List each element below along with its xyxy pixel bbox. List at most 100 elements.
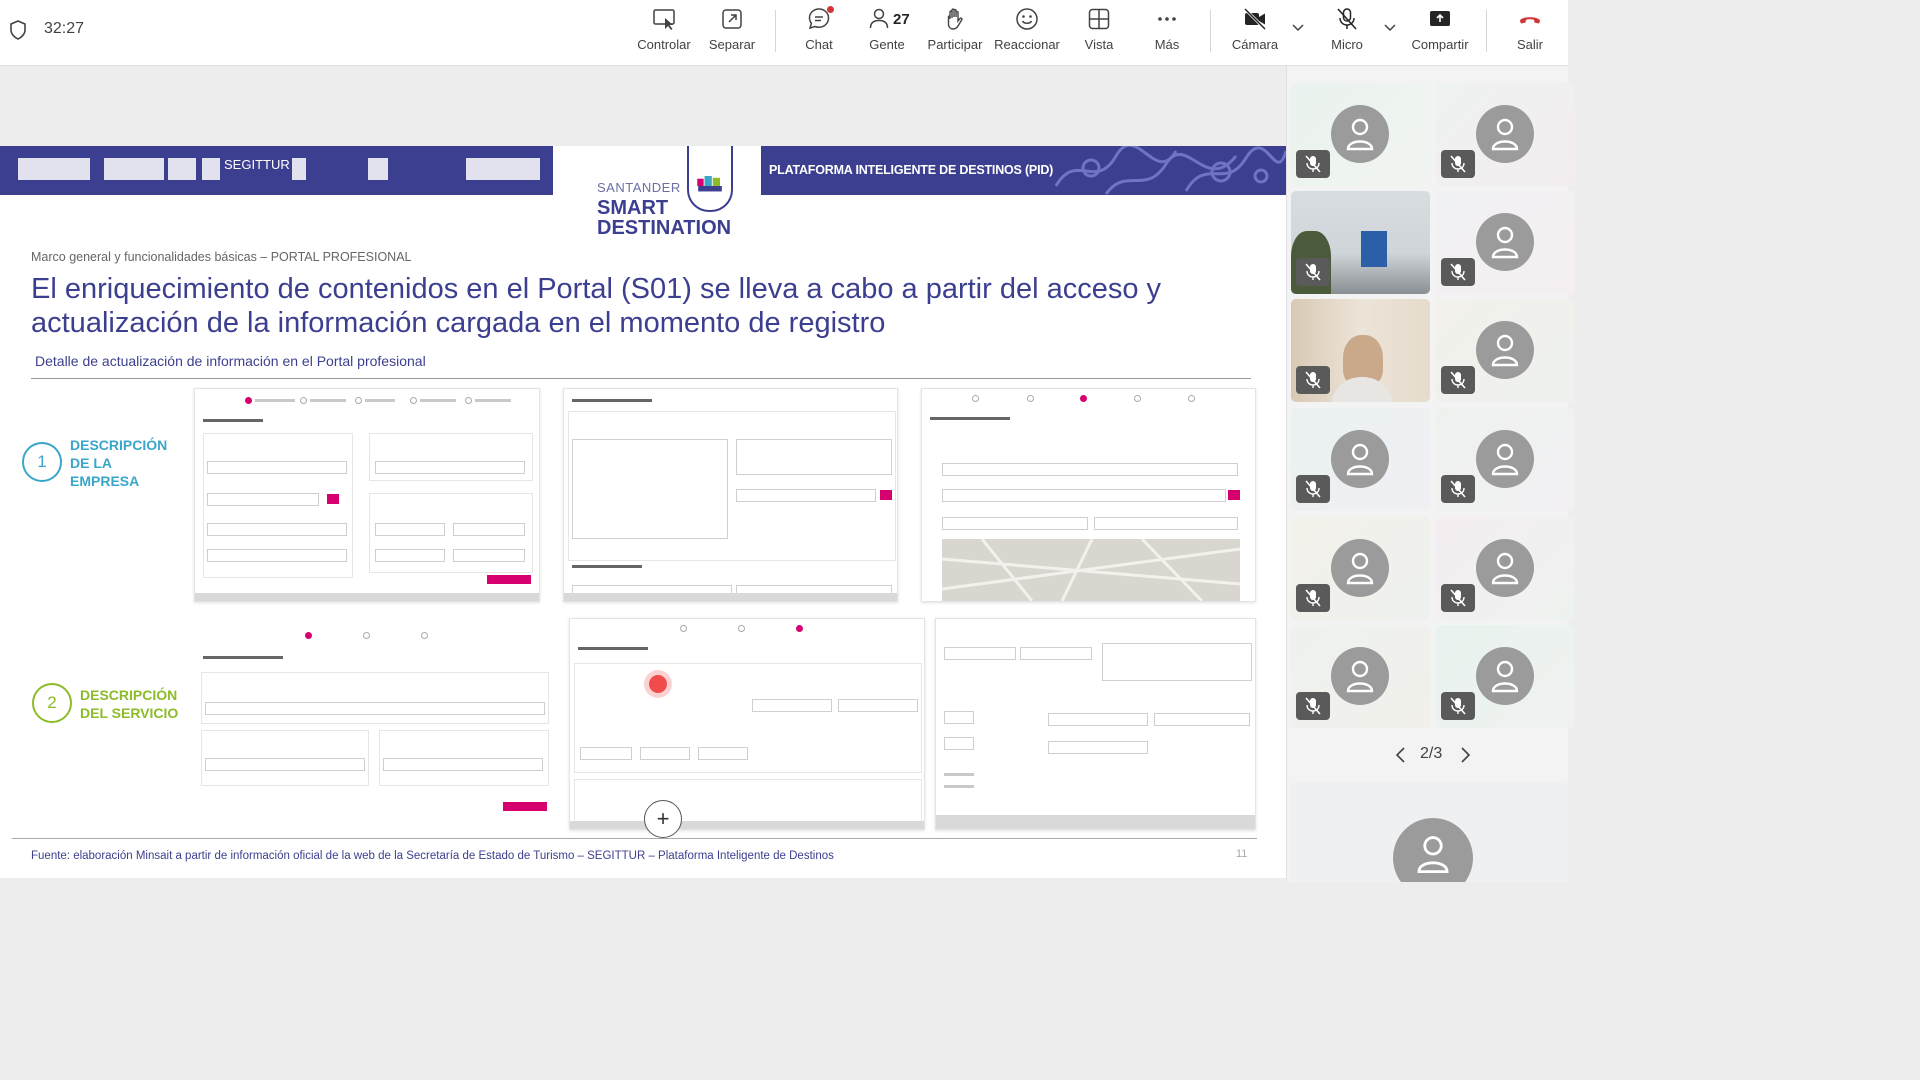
camera-options-chevron-down-icon[interactable] [1291,20,1305,34]
offer-details-screenshot [569,618,925,830]
person-icon [1491,443,1519,476]
segittur-logo-mark [202,158,220,180]
muted-badge [1441,366,1475,394]
participant-tile[interactable] [1291,517,1430,620]
section-2-number: 2 [32,683,72,723]
avatar [1331,105,1389,163]
react-button[interactable]: Reaccionar [994,6,1060,60]
avatar [1476,105,1534,163]
avatar [1476,321,1534,379]
fiscal-address-screenshot [921,388,1256,602]
participant-video-tile[interactable] [1291,299,1430,402]
muted-badge [1441,150,1475,178]
section-1-label-line-3: EMPRESA [70,473,140,489]
ministry-logo [104,158,164,180]
toolbar-divider [1486,10,1487,52]
chevron-right-icon[interactable] [1458,746,1472,764]
slide-page-number: 11 [1236,848,1248,860]
more-icon [1158,17,1176,21]
mic-button[interactable]: Micro [1327,6,1367,60]
raise-hand-button[interactable]: Participar [926,6,984,60]
self-view-tile[interactable] [1290,782,1568,882]
slide-breadcrumb: Marco general y funcionalidades básicas … [31,250,412,264]
participant-tile[interactable] [1436,625,1575,728]
eu-logo [18,158,90,180]
view-button[interactable]: Vista [1080,6,1118,60]
avatar [1476,539,1534,597]
pointer-highlight [649,675,667,693]
section-2-label-line-2: DEL SERVICIO [80,705,179,721]
leave-button[interactable]: Salir [1510,6,1550,60]
person-icon [1491,226,1519,259]
raise-hand-icon [947,8,963,30]
mic-off-icon [1305,480,1321,498]
mic-off-icon [1450,480,1466,498]
people-icon [869,8,889,29]
control-label: Controlar [637,37,691,52]
participant-tile[interactable] [1436,517,1575,620]
more-label: Más [1154,37,1180,52]
chat-button[interactable]: Chat [799,6,839,60]
camera-off-icon [1243,7,1267,31]
avatar [1476,430,1534,488]
pop-out-button[interactable]: Separar [704,6,760,60]
muted-badge [1441,584,1475,612]
more-button[interactable]: Más [1150,6,1184,60]
service-identification-screenshot [197,626,553,818]
participant-video-tile[interactable] [1291,191,1430,294]
participant-tile[interactable] [1291,83,1430,186]
control-button[interactable]: Controlar [635,6,693,60]
view-icon [1088,8,1110,30]
section-1-label: DESCRIPCIÓN DE LA EMPRESA [70,436,167,490]
avatar [1331,647,1389,705]
participant-tile[interactable] [1291,625,1430,728]
toolbar-divider [775,10,776,52]
camera-button[interactable]: Cámara [1229,6,1281,60]
person-icon [1346,118,1374,151]
people-count: 27 [893,11,910,28]
company-data-form-screenshot [194,388,540,602]
mic-label: Micro [1331,37,1363,52]
muted-badge [1441,475,1475,503]
muted-badge [1441,692,1475,720]
pid-logo [368,158,438,180]
person-icon [1491,118,1519,151]
pop-out-icon [722,9,742,29]
footer-divider [12,838,1257,839]
camera-label: Cámara [1231,37,1279,52]
participant-tile[interactable] [1436,408,1575,511]
mic-off-icon [1305,697,1321,715]
muted-badge [1296,475,1330,503]
add-button[interactable]: + [644,800,682,838]
chevron-left-icon[interactable] [1394,746,1408,764]
muted-badge [1296,258,1330,286]
share-button[interactable]: Compartir [1408,6,1472,60]
raise-hand-label: Participar [927,37,983,52]
participant-tile[interactable] [1291,408,1430,511]
participant-tile[interactable] [1436,299,1575,402]
react-icon [1016,8,1038,30]
slide-footer-source: Fuente: elaboración Minsait a partir de … [31,850,834,862]
accommodation-features-screenshot [935,618,1256,830]
mic-off-icon [1450,263,1466,281]
recovery-plan-logo [292,158,348,180]
ministry-logo-2 [168,158,196,180]
pop-out-label: Separar [708,37,756,52]
santander-logo [466,158,540,180]
section-2-label-line-1: DESCRIPCIÓN [80,687,178,703]
person-icon [1491,660,1519,693]
person-icon [1491,334,1519,367]
mic-off-icon [1305,263,1321,281]
mic-off-icon [1305,371,1321,389]
avatar [1476,213,1534,271]
section-1-number: 1 [22,442,62,482]
participant-tile[interactable] [1436,83,1575,186]
person-icon [1346,552,1374,585]
participant-tile[interactable] [1436,191,1575,294]
mic-off-icon [1305,155,1321,173]
slide-subtitle: Detalle de actualización de información … [35,353,426,369]
share-icon [1430,11,1450,26]
mic-options-chevron-down-icon[interactable] [1383,20,1397,34]
people-label: Gente [869,37,905,52]
mic-off-icon [1450,697,1466,715]
